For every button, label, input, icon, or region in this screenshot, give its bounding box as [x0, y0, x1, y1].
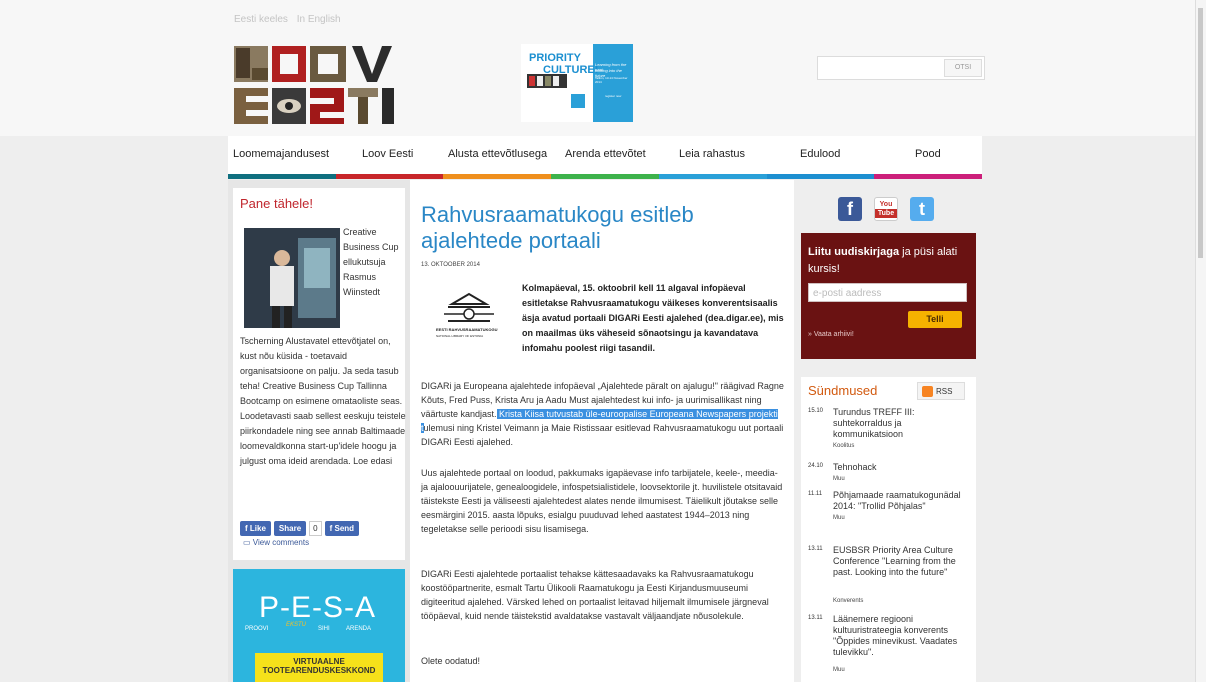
article-date: 13. OKTOOBER 2014 — [421, 262, 480, 268]
pesa-banner[interactable]: P-E-S-A PROOVI EKSTU SIHI ARENDA VIRTUAA… — [233, 569, 405, 682]
pesa-word-2: EKSTU — [286, 622, 307, 628]
banner-line2: CULTURE! — [543, 64, 599, 76]
scrollbar-thumb[interactable] — [1198, 8, 1203, 258]
nav-item-arenda[interactable]: Arenda ettevõtet — [565, 148, 646, 160]
rss-button[interactable]: RSS — [917, 382, 965, 400]
national-library-logo: EESTI RAHVUSRAAMATUKOGU NATIONAL LIBRARY… — [424, 290, 514, 342]
speaker-photo[interactable] — [244, 228, 340, 328]
banner-register: register now — [605, 94, 622, 98]
pesa-word-4: ARENDA — [346, 626, 372, 632]
nav-item-alusta[interactable]: Alusta ettevõtlusega — [448, 148, 547, 160]
main-nav: Loomemajandusest Loov Eesti Alusta ettev… — [228, 136, 982, 174]
fb-like-button[interactable]: f Like — [240, 521, 271, 536]
search-input[interactable]: OTSI — [817, 56, 985, 80]
youtube-icon[interactable]: You Tube — [874, 197, 898, 221]
pesa-cta[interactable]: VIRTUAALNE TOOTEARENDUSKESKKOND — [255, 653, 383, 682]
fb-share-button[interactable]: Share — [273, 521, 307, 536]
newsletter-title: Liitu uudiskirjaga ja püsi alati kursis! — [808, 246, 958, 275]
language-switcher: Eesti keeles In English — [234, 14, 347, 25]
article-paragraph-3: DIGARi Eesti ajalehtede portaalist tehak… — [421, 569, 769, 621]
newsletter-email-input[interactable]: e-posti aadress — [808, 283, 967, 302]
facebook-icon[interactable]: f — [838, 197, 862, 221]
pesa-logo: P-E-S-A — [259, 591, 377, 624]
newsletter-subscribe-button[interactable]: Telli — [908, 311, 962, 328]
events-title: Sündmused — [808, 383, 878, 398]
pesa-word-3: SIHI — [318, 626, 330, 632]
pane-tahele-title: Pane tähele! — [240, 196, 314, 211]
scrollbar[interactable] — [1195, 0, 1206, 682]
lang-english-link[interactable]: In English — [297, 14, 341, 25]
loov-eesti-logo[interactable] — [234, 46, 396, 124]
view-comments-link[interactable]: ▭ View comments — [243, 538, 309, 547]
comment-icon: ▭ — [243, 538, 253, 547]
facebook-actions: f Like Share 0 f Send — [240, 521, 360, 536]
article-paragraph-1: DIGARi ja Europeana ajalehtede infopäeva… — [421, 381, 784, 447]
nav-item-loov-eesti[interactable]: Loov Eesti — [362, 148, 413, 160]
nav-item-rahastus[interactable]: Leia rahastus — [679, 148, 745, 160]
article-paragraph-4: Olete oodatud! — [421, 656, 481, 666]
article-lead: Kolmapäeval, 15. oktoobril kell 11 algav… — [522, 283, 784, 353]
search-button[interactable]: OTSI — [944, 59, 982, 77]
fb-share-count: 0 — [309, 521, 322, 536]
twitter-icon[interactable]: t — [910, 197, 934, 221]
banner-right3: Tallinn, 13-14 November 2014 — [595, 76, 628, 84]
speaker-caption: Creative Business Cup ellukutsuja Rasmus… — [343, 227, 399, 297]
nav-item-edulood[interactable]: Edulood — [800, 148, 840, 160]
banner-line1: PRIORITY — [529, 52, 581, 64]
newsletter-archive-link[interactable]: » Vaata arhiivi! — [808, 331, 854, 338]
fb-send-button[interactable]: f Send — [324, 521, 360, 536]
nav-color-bar — [228, 174, 983, 179]
priority-culture-banner[interactable]: PRIORITY CULTURE! Learning from the past… — [521, 44, 633, 122]
nav-item-loomemajandusest[interactable]: Loomemajandusest — [233, 148, 329, 160]
pesa-word-1: PROOVI — [245, 626, 269, 632]
article-paragraph-2: Uus ajalehtede portaal on loodud, pakkum… — [421, 468, 783, 534]
rss-icon — [922, 386, 933, 398]
article-title: Rahvusraamatukogu esitleb ajalehtede por… — [421, 202, 694, 253]
pane-tahele-text: Tscherning Alustavatel ettevõtjatel on, … — [240, 336, 406, 466]
nav-item-pood[interactable]: Pood — [915, 148, 941, 160]
lang-estonian-link[interactable]: Eesti keeles — [234, 14, 288, 25]
